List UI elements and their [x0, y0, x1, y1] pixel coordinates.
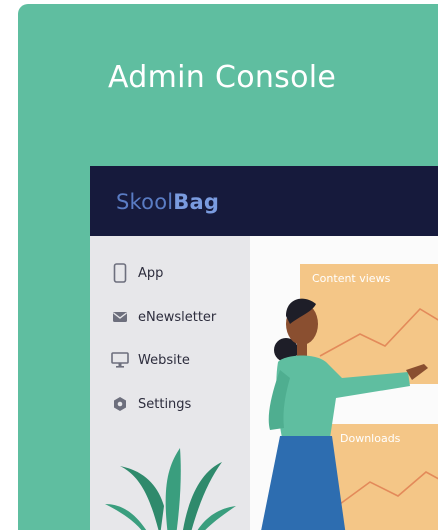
app-window-illustration: SkoolBag App eNewsletter Website Setting… — [90, 166, 438, 530]
admin-console-card: Admin Console SkoolBag App eNewsletter W… — [18, 4, 438, 530]
plant-illustration — [105, 448, 236, 530]
person-illustration — [261, 298, 428, 530]
card-title: Admin Console — [108, 60, 337, 95]
illustration-layer — [105, 298, 428, 530]
